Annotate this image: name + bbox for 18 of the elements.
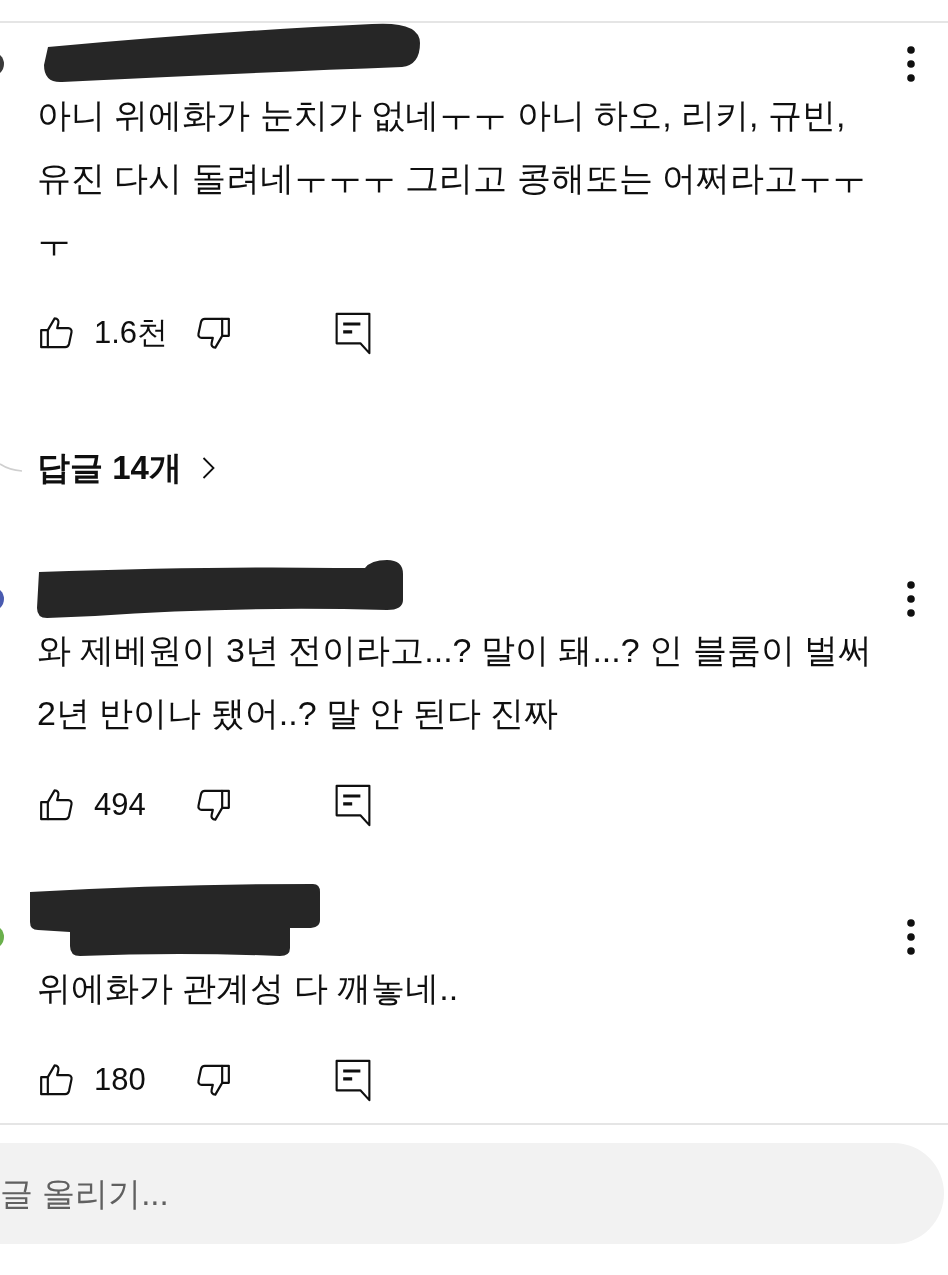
thread-line xyxy=(0,461,22,475)
comment-icon[interactable] xyxy=(335,1058,371,1102)
comment-input[interactable]: 글 올리기... xyxy=(0,1143,944,1244)
chevron-right-icon xyxy=(201,456,215,480)
comment-text: 와 제베원이 3년 전이라고...? 말이 돼...? 인 블룸이 벌써 2년 반이나 됐어..? 말 안 된다 진짜 xyxy=(36,629,873,734)
comment-text: 아니 위에화가 눈치가 없네ㅜㅜ 아니 하오, 리키, 규빈, 유진 다시 돌려네ㅜㅜㅜ 그리고 콩해또는 어쩌라고ㅜㅜㅜ xyxy=(36,94,868,262)
comment-icon[interactable] xyxy=(335,783,371,827)
like-button[interactable]: 494 xyxy=(37,785,146,825)
comment-icon[interactable] xyxy=(335,311,371,355)
replies-link[interactable]: 답글 14개 xyxy=(37,445,215,491)
more-options-icon[interactable] xyxy=(906,917,916,956)
like-button[interactable]: 1.6천 xyxy=(37,312,169,354)
more-options-icon[interactable] xyxy=(906,579,916,618)
like-button[interactable]: 180 xyxy=(37,1060,146,1100)
avatar-icon[interactable] xyxy=(0,588,4,609)
comment-text: 위에화가 관계성 다 깨놓네.. xyxy=(36,967,460,1009)
avatar-icon[interactable] xyxy=(0,53,4,74)
more-options-icon[interactable] xyxy=(906,44,916,83)
